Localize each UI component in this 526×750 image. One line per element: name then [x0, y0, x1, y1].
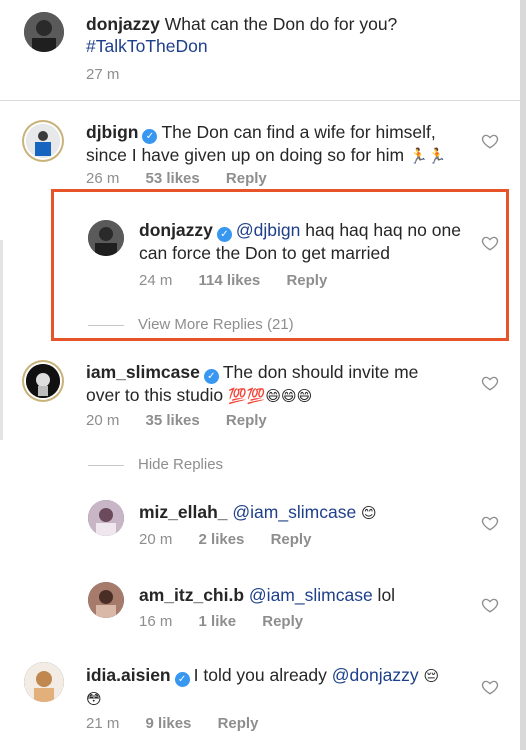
avatar-image: [88, 500, 124, 536]
avatar-image: [88, 582, 124, 618]
divider: [0, 100, 520, 101]
caption: What can the Don do for you?: [164, 14, 398, 34]
comment-text: idia.aisien ✓ I told you already @donjazzy…: [86, 664, 456, 710]
heart-icon[interactable]: [481, 596, 499, 614]
username[interactable]: miz_ellah_: [139, 502, 228, 522]
comment-meta: 26 m 53 likes Reply: [86, 170, 289, 187]
comment-text: miz_ellah_ @iam_slimcase 😊: [139, 501, 469, 524]
avatar-idia-aisien[interactable]: [24, 662, 64, 702]
heart-icon[interactable]: [481, 132, 499, 150]
comment-body: lol: [372, 585, 396, 605]
scroll-edge-indicator: [0, 240, 3, 440]
timestamp: 20 m: [86, 412, 120, 429]
timestamp: 26 m: [86, 170, 120, 187]
avatar-image: [24, 662, 64, 702]
reply-button[interactable]: Reply: [226, 170, 267, 187]
comment-body: I told you already: [193, 665, 327, 685]
likes-count[interactable]: 1 like: [199, 613, 237, 630]
reply-button[interactable]: Reply: [226, 412, 267, 429]
smile-emoji: 😊: [361, 504, 377, 522]
reply-button[interactable]: Reply: [271, 531, 312, 548]
comment-text: djbign ✓ The Don can find a wife for himse…: [86, 121, 456, 167]
avatar-djbign[interactable]: [26, 124, 60, 158]
likes-count[interactable]: 35 likes: [146, 412, 200, 429]
comment-meta: 20 m 35 likes Reply: [86, 412, 289, 429]
username[interactable]: iam_slimcase: [86, 362, 200, 382]
timestamp: 27 m: [86, 66, 120, 83]
comment-text: iam_slimcase ✓ The don should invite me ov…: [86, 361, 456, 407]
hashtag-link[interactable]: #TalkToTheDon: [86, 36, 208, 56]
heart-icon[interactable]: [481, 374, 499, 392]
username[interactable]: djbign: [86, 122, 138, 142]
likes-count[interactable]: 2 likes: [199, 531, 245, 548]
mention-link[interactable]: @donjazzy: [332, 665, 419, 685]
avatar-image: [24, 12, 64, 52]
highlight-box: [51, 189, 509, 341]
flushed-emoji: 😳: [86, 690, 102, 708]
reply-button[interactable]: Reply: [218, 715, 259, 732]
likes-count[interactable]: 53 likes: [146, 170, 200, 187]
likes-count[interactable]: 9 likes: [146, 715, 192, 732]
hide-replies[interactable]: Hide Replies: [138, 456, 223, 473]
timestamp: 21 m: [86, 715, 120, 732]
comment-text: am_itz_chi.b @iam_slimcase lol: [139, 584, 469, 606]
mention-link[interactable]: @iam_slimcase: [249, 585, 373, 605]
caption-meta: 27 m: [86, 66, 141, 83]
verified-icon: ✓: [174, 672, 190, 687]
comment-meta: 21 m 9 likes Reply: [86, 715, 280, 732]
caption-text: donjazzy What can the Don do for you? #T…: [86, 13, 416, 57]
verified-icon: ✓: [203, 369, 219, 384]
avatar-iam-slimcase[interactable]: [26, 364, 60, 398]
replies-line: [88, 465, 124, 466]
heart-icon[interactable]: [481, 678, 499, 696]
running-emoji: 🏃🏃: [409, 147, 447, 165]
comment-meta: 20 m 2 likes Reply: [139, 531, 333, 548]
avatar-image: [26, 364, 60, 398]
avatar-donjazzy[interactable]: [24, 12, 64, 52]
timestamp: 20 m: [139, 531, 173, 548]
avatar-miz-ellah[interactable]: [88, 500, 124, 536]
mention-link[interactable]: @iam_slimcase: [232, 502, 356, 522]
avatar-am-itz-chi-b[interactable]: [88, 582, 124, 618]
heart-icon[interactable]: [481, 514, 499, 532]
username[interactable]: am_itz_chi.b: [139, 585, 244, 605]
timestamp: 16 m: [139, 613, 173, 630]
scrollbar-edge: [520, 0, 526, 750]
verified-icon: ✓: [142, 129, 158, 144]
comment-emoji: 💯💯😄😄😄: [228, 387, 313, 405]
username[interactable]: idia.aisien: [86, 665, 171, 685]
reply-button[interactable]: Reply: [262, 613, 303, 630]
pensive-emoji: 😔: [423, 667, 440, 685]
avatar-image: [26, 124, 60, 158]
username[interactable]: donjazzy: [86, 14, 160, 34]
comment-meta: 16 m 1 like Reply: [139, 613, 325, 630]
